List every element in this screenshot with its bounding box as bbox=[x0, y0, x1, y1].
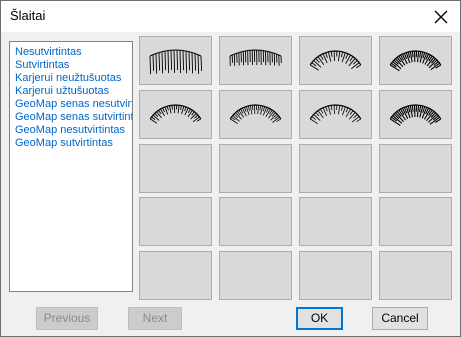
close-icon[interactable] bbox=[431, 7, 451, 27]
pattern-tile[interactable] bbox=[299, 36, 372, 85]
pattern-tile[interactable] bbox=[139, 144, 212, 193]
pattern-tile[interactable] bbox=[219, 90, 292, 139]
list-item[interactable]: GeoMap sutvirtintas bbox=[15, 137, 113, 150]
list-item[interactable]: GeoMap senas sutvirtintas bbox=[15, 111, 132, 124]
slaitai-dialog: Šlaitai Nesutvirtintas Sutvirtintas Karj… bbox=[0, 0, 461, 337]
pattern-tile[interactable] bbox=[299, 90, 372, 139]
list-item[interactable]: GeoMap nesutvirtintas bbox=[15, 124, 125, 137]
slope-hatch-icon bbox=[149, 104, 202, 124]
slope-style-list[interactable]: Nesutvirtintas Sutvirtintas Karjerui neu… bbox=[9, 41, 133, 292]
pattern-tile[interactable] bbox=[219, 251, 292, 300]
pattern-tile[interactable] bbox=[299, 197, 372, 246]
slope-hatch-icon bbox=[389, 104, 442, 126]
pattern-tile[interactable] bbox=[139, 36, 212, 85]
list-item[interactable]: Sutvirtintas bbox=[15, 59, 69, 72]
slope-hatch-icon bbox=[309, 50, 362, 71]
pattern-tile[interactable] bbox=[219, 144, 292, 193]
list-item[interactable]: GeoMap senas nesutvirtintas bbox=[15, 98, 132, 111]
slope-hatch-icon bbox=[229, 49, 282, 67]
next-button[interactable]: Next bbox=[128, 307, 182, 330]
previous-button[interactable]: Previous bbox=[36, 307, 98, 330]
list-item[interactable]: Nesutvirtintas bbox=[15, 46, 82, 59]
pattern-tile[interactable] bbox=[299, 144, 372, 193]
list-item[interactable]: Karjerui neužtušuotas bbox=[15, 72, 121, 85]
slope-hatch-icon bbox=[149, 49, 203, 75]
pattern-tile[interactable] bbox=[379, 251, 452, 300]
ok-button[interactable]: OK bbox=[296, 307, 343, 330]
list-item[interactable]: Karjerui užtušuotas bbox=[15, 85, 109, 98]
pattern-tile[interactable] bbox=[299, 251, 372, 300]
pattern-tile[interactable] bbox=[379, 90, 452, 139]
pattern-tile[interactable] bbox=[379, 36, 452, 85]
cancel-button[interactable]: Cancel bbox=[372, 307, 428, 330]
title-bar: Šlaitai bbox=[1, 1, 460, 32]
pattern-tile[interactable] bbox=[219, 197, 292, 246]
pattern-tile[interactable] bbox=[219, 36, 292, 85]
pattern-tile[interactable] bbox=[379, 144, 452, 193]
pattern-tile[interactable] bbox=[139, 197, 212, 246]
dialog-title: Šlaitai bbox=[10, 8, 46, 23]
pattern-tile[interactable] bbox=[379, 197, 452, 246]
pattern-tile[interactable] bbox=[139, 251, 212, 300]
slope-hatch-icon bbox=[389, 50, 442, 72]
slope-hatch-icon bbox=[309, 104, 362, 125]
pattern-tile[interactable] bbox=[139, 90, 212, 139]
slope-hatch-icon bbox=[229, 104, 282, 125]
